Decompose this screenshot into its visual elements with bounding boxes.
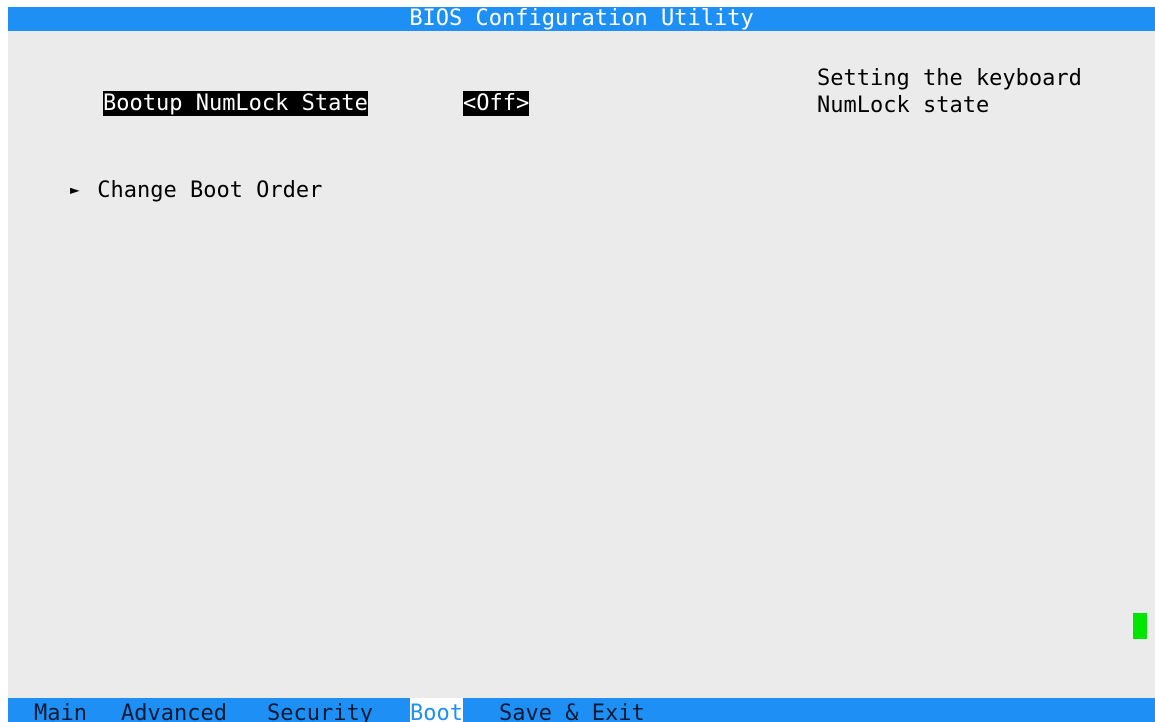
tab-advanced[interactable]: Advanced bbox=[121, 698, 227, 722]
submenu-label: Change Boot Order bbox=[97, 178, 323, 203]
submenu-arrow-icon: ► bbox=[69, 180, 80, 199]
title-bar: BIOS Configuration Utility bbox=[8, 7, 1155, 31]
help-text: Setting the keyboard NumLock state bbox=[817, 66, 1082, 118]
tab-main[interactable]: Main bbox=[34, 698, 87, 722]
change-boot-order-item[interactable]: ► Change Boot Order bbox=[17, 151, 322, 230]
bootup-numlock-setting[interactable]: Bootup NumLock State bbox=[50, 65, 368, 143]
tab-bar: Main Advanced Security Boot Save & Exit bbox=[8, 698, 1155, 722]
numlock-value[interactable]: <Off> bbox=[410, 65, 530, 143]
setting-value: <Off> bbox=[462, 91, 530, 116]
tab-security[interactable]: Security bbox=[267, 698, 373, 722]
tab-save-exit[interactable]: Save & Exit bbox=[499, 698, 645, 722]
tab-boot[interactable]: Boot bbox=[410, 698, 463, 722]
text-cursor bbox=[1133, 613, 1147, 639]
setting-label: Bootup NumLock State bbox=[102, 91, 368, 116]
bios-screen: BIOS Configuration Utility Bootup NumLoc… bbox=[8, 7, 1155, 722]
